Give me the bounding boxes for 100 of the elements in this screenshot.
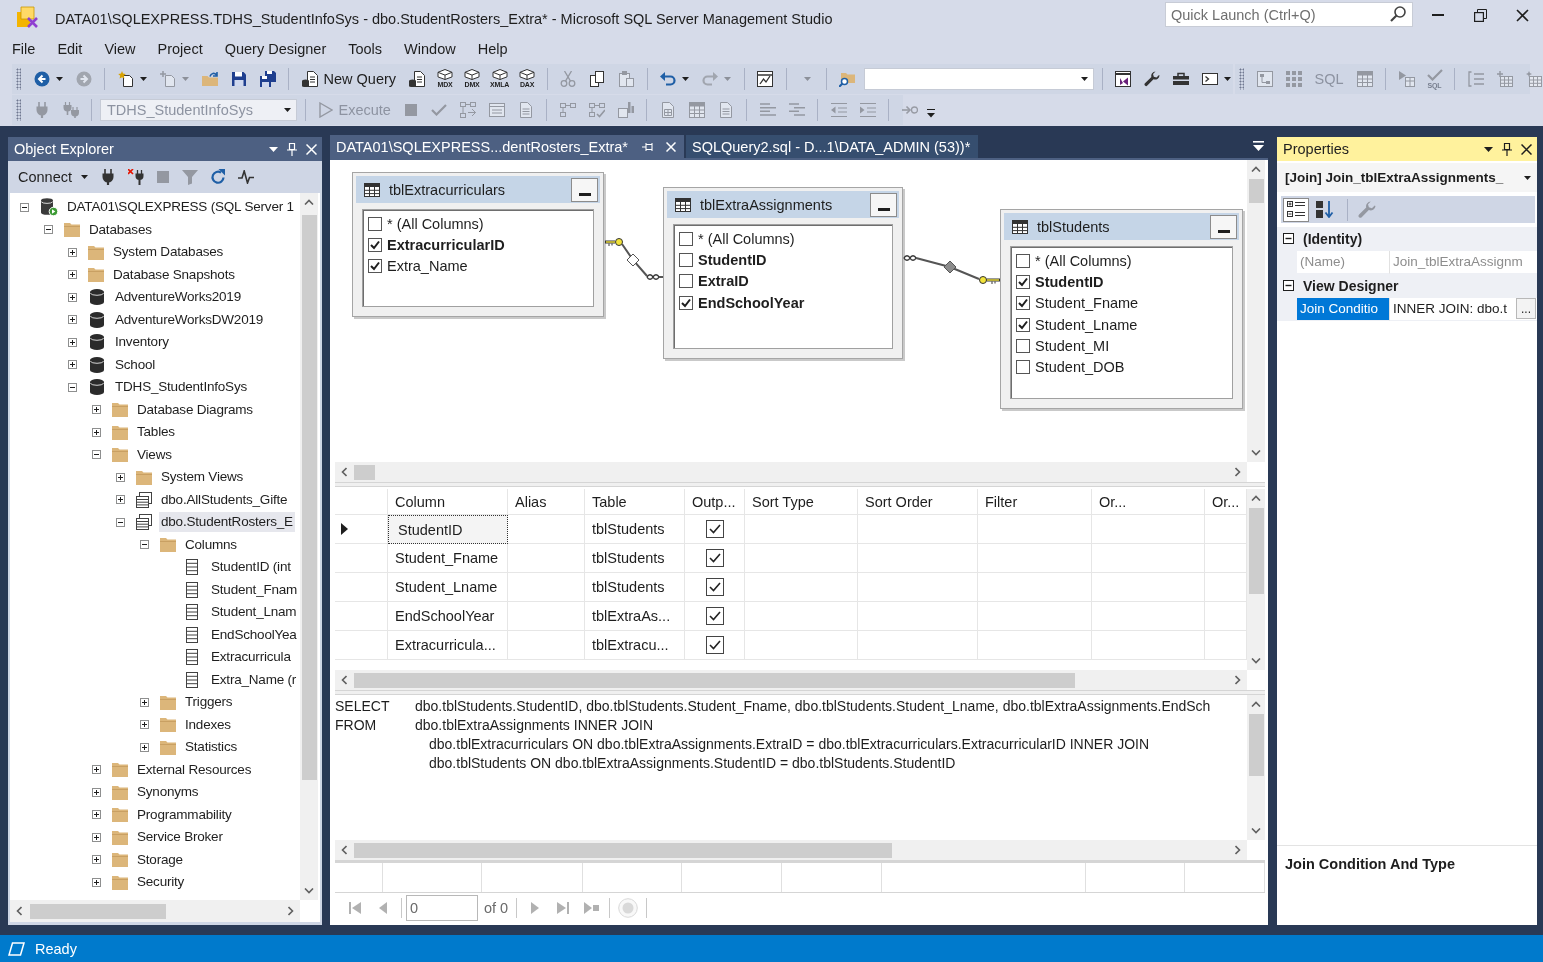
toolbar-button[interactable]: New Query (296, 65, 402, 92)
checkbox[interactable] (705, 578, 724, 596)
tree-item[interactable]: Statistics (10, 736, 300, 759)
checkbox[interactable] (1016, 296, 1030, 311)
checkbox[interactable] (679, 231, 693, 246)
ellipsis-button[interactable]: ... (1516, 298, 1536, 320)
table-cell[interactable]: tblStudents (585, 573, 685, 602)
chevron-left-icon[interactable] (341, 467, 347, 477)
horizontal-scrollbar[interactable] (335, 462, 1247, 482)
tree-item[interactable]: DATA01\SQLEXPRESS (SQL Server 1 (10, 196, 300, 219)
horizontal-scrollbar[interactable] (335, 670, 1247, 690)
table-cell[interactable] (745, 631, 858, 660)
checkbox[interactable] (705, 636, 724, 654)
tree-item[interactable]: Databases (10, 218, 300, 241)
table-cell[interactable]: tblStudents (585, 544, 685, 573)
title-bar[interactable]: tblExtraAssignments (667, 191, 899, 218)
tree-item[interactable]: Database Diagrams (10, 398, 300, 421)
tree-item[interactable]: Security (10, 871, 300, 894)
expand-icon[interactable] (92, 405, 101, 415)
chevron-right-icon[interactable] (288, 906, 294, 916)
table-cell[interactable] (508, 544, 585, 573)
table-cell[interactable] (685, 573, 745, 602)
tree-item[interactable]: TDHS_StudentInfoSys (10, 376, 300, 399)
table-cell[interactable] (508, 631, 585, 660)
collapse-icon[interactable] (140, 540, 149, 550)
tree-item[interactable]: System Views (10, 466, 300, 489)
table-cell[interactable] (745, 515, 858, 544)
toolbar-button[interactable] (1283, 197, 1309, 222)
chevron-down-icon[interactable] (1251, 828, 1261, 834)
title-bar[interactable]: tblExtracurriculars (356, 176, 600, 203)
table-cell[interactable] (858, 544, 978, 573)
expand-icon[interactable] (68, 270, 77, 280)
menu-item[interactable]: File (1, 40, 47, 58)
table-cell[interactable] (978, 573, 1092, 602)
tree-item[interactable]: AdventureWorksDW2019 (10, 308, 300, 331)
close-icon[interactable] (1521, 143, 1532, 155)
expand-icon[interactable] (92, 855, 101, 865)
expand-icon[interactable] (92, 810, 101, 820)
title-bar[interactable]: tblStudents (1004, 213, 1239, 240)
expand-icon[interactable] (92, 787, 101, 797)
chevron-right-icon[interactable] (1235, 675, 1241, 685)
tree-item[interactable]: EndSchoolYea (10, 623, 300, 646)
quick-launch-field[interactable]: Quick Launch (Ctrl+Q) (1165, 2, 1413, 27)
vertical-scrollbar[interactable] (300, 193, 318, 900)
table-cell[interactable] (978, 631, 1092, 660)
object-selector[interactable]: [Join] Join_tblExtraAssignments_ (1277, 163, 1537, 192)
scroll-thumb[interactable] (301, 215, 317, 780)
caret-down-icon[interactable] (1484, 146, 1493, 152)
table-cell[interactable] (858, 602, 978, 631)
menu-item[interactable]: View (93, 40, 147, 58)
tree-item[interactable]: Extracurricula (10, 646, 300, 669)
expand-icon[interactable] (68, 360, 77, 370)
table-cell[interactable] (858, 573, 978, 602)
tree-item[interactable]: Student_Fnam (10, 578, 300, 601)
collapse-icon[interactable] (1283, 280, 1294, 292)
table-cell[interactable] (978, 544, 1092, 573)
table-cell[interactable]: tblExtraAs... (585, 602, 685, 631)
menu-item[interactable]: Project (146, 40, 214, 58)
expand-icon[interactable] (68, 337, 77, 347)
table-cell[interactable] (1092, 515, 1205, 544)
checkbox[interactable] (705, 520, 724, 538)
expand-icon[interactable] (116, 495, 125, 505)
chevron-up-icon[interactable] (304, 199, 314, 205)
minimize-button[interactable] (1210, 214, 1237, 239)
checkbox[interactable] (679, 274, 693, 289)
expand-icon[interactable] (68, 292, 77, 302)
expand-icon[interactable] (92, 832, 101, 842)
chevron-down-icon[interactable] (1251, 658, 1261, 664)
table-cell[interactable] (1092, 631, 1205, 660)
checkbox[interactable] (705, 549, 724, 567)
expand-icon[interactable] (140, 697, 149, 707)
tree-item[interactable]: Storage (10, 848, 300, 871)
expand-icon[interactable] (92, 877, 101, 887)
table-cell[interactable]: Student_Fname (388, 544, 508, 573)
scroll-thumb[interactable] (354, 842, 892, 858)
chevron-right-icon[interactable] (1235, 467, 1241, 477)
checkbox[interactable] (679, 252, 693, 267)
scroll-thumb[interactable] (30, 903, 166, 919)
expand-icon[interactable] (68, 247, 77, 257)
table-cell[interactable] (508, 515, 585, 544)
checkbox[interactable] (705, 607, 724, 625)
table-cell[interactable]: EndSchoolYear (388, 602, 508, 631)
tree-item[interactable]: AdventureWorks2019 (10, 286, 300, 309)
scroll-thumb[interactable] (354, 672, 1075, 688)
checkbox[interactable] (1016, 317, 1030, 332)
expand-icon[interactable] (140, 742, 149, 752)
table-cell[interactable]: StudentID (388, 515, 508, 544)
scroll-thumb[interactable] (1248, 179, 1264, 203)
document-tab[interactable]: DATA01\SQLEXPRESS...dentRosters_Extra* (330, 135, 684, 158)
scroll-thumb[interactable] (1248, 714, 1264, 776)
join-line[interactable] (605, 238, 664, 280)
tree-item[interactable]: Database Snapshots (10, 263, 300, 286)
table-cell[interactable] (508, 573, 585, 602)
grip-icon[interactable] (16, 98, 21, 121)
chevron-up-icon[interactable] (1251, 495, 1261, 501)
property-category[interactable]: View Designer (1277, 274, 1537, 298)
property-category[interactable]: (Identity) (1277, 227, 1537, 251)
table-cell[interactable] (745, 602, 858, 631)
tab-list-icon[interactable] (1253, 141, 1264, 151)
toolbar-button[interactable]: Connect (13, 164, 93, 190)
